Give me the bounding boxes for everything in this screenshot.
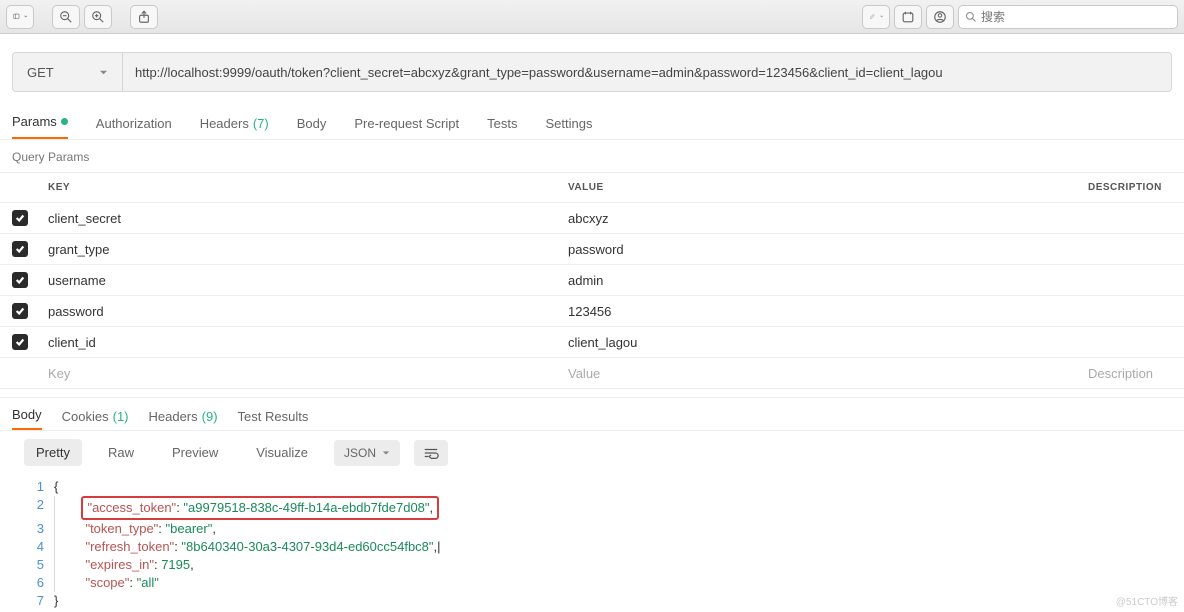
response-body-viewer[interactable]: 1{ 2 "access_token": "a9979518-838c-49ff… (0, 474, 1184, 610)
param-value[interactable]: client_lagou (560, 335, 1080, 350)
refresh-button[interactable] (894, 5, 922, 29)
key-placeholder[interactable]: Key (40, 366, 560, 381)
table-row[interactable]: client_secret abcxyz (0, 203, 1184, 234)
share-button[interactable] (130, 5, 158, 29)
compose-button[interactable] (862, 5, 890, 29)
format-raw-button[interactable]: Raw (96, 439, 146, 466)
chevron-down-icon (382, 449, 390, 457)
browser-toolbar (0, 0, 1184, 34)
format-preview-button[interactable]: Preview (160, 439, 230, 466)
format-visualize-button[interactable]: Visualize (244, 439, 320, 466)
tab-response-headers[interactable]: Headers (9) (149, 409, 218, 430)
checkbox-icon[interactable] (12, 272, 28, 288)
table-row[interactable]: client_id client_lagou (0, 327, 1184, 358)
url-input[interactable] (123, 53, 1171, 91)
zoom-in-button[interactable] (84, 5, 112, 29)
table-row[interactable]: grant_type password (0, 234, 1184, 265)
watermark: @51CTO博客 (1116, 593, 1178, 608)
method-select[interactable]: GET (13, 53, 123, 91)
dot-indicator-icon (61, 118, 68, 125)
tab-authorization[interactable]: Authorization (96, 116, 172, 139)
search-icon (965, 11, 977, 23)
param-key[interactable]: client_id (40, 335, 560, 350)
tab-prerequest[interactable]: Pre-request Script (354, 116, 459, 139)
method-label: GET (27, 65, 54, 80)
table-row[interactable]: username admin (0, 265, 1184, 296)
col-value: VALUE (560, 182, 1080, 193)
checkbox-icon[interactable] (12, 334, 28, 350)
query-params-title: Query Params (0, 140, 1184, 172)
format-language-select[interactable]: JSON (334, 440, 400, 466)
browser-search[interactable] (958, 5, 1178, 29)
checkbox-icon[interactable] (12, 210, 28, 226)
table-row[interactable]: password 123456 (0, 296, 1184, 327)
param-value[interactable]: 123456 (560, 304, 1080, 319)
checkbox-icon[interactable] (12, 303, 28, 319)
browser-search-input[interactable] (981, 10, 1171, 24)
response-tabs: Body Cookies (1) Headers (9) Test Result… (0, 397, 1184, 431)
request-section: GET (0, 34, 1184, 102)
tab-settings[interactable]: Settings (545, 116, 592, 139)
request-tabs: Params Authorization Headers (7) Body Pr… (0, 106, 1184, 140)
request-bar: GET (12, 52, 1172, 92)
table-row-new[interactable]: Key Value Description (0, 358, 1184, 389)
param-key[interactable]: grant_type (40, 242, 560, 257)
col-key: KEY (40, 182, 560, 193)
tab-params[interactable]: Params (12, 114, 68, 139)
sidebar-toggle-button[interactable] (6, 5, 34, 29)
tab-tests[interactable]: Tests (487, 116, 517, 139)
value-placeholder[interactable]: Value (560, 366, 1080, 381)
chevron-down-icon (99, 68, 108, 77)
param-value[interactable]: admin (560, 273, 1080, 288)
query-params-table: KEY VALUE DESCRIPTION client_secret abcx… (0, 172, 1184, 389)
param-key[interactable]: password (40, 304, 560, 319)
user-icon[interactable] (926, 5, 954, 29)
json-access-token: "a9979518-838c-49ff-b14a-ebdb7fde7d08" (183, 500, 429, 515)
table-header: KEY VALUE DESCRIPTION (0, 173, 1184, 203)
checkbox-icon[interactable] (12, 241, 28, 257)
param-value[interactable]: abcxyz (560, 211, 1080, 226)
tab-body[interactable]: Body (297, 116, 327, 139)
param-key[interactable]: username (40, 273, 560, 288)
param-key[interactable]: client_secret (40, 211, 560, 226)
tab-headers[interactable]: Headers (7) (200, 116, 269, 139)
wrap-lines-icon (423, 446, 439, 460)
zoom-out-button[interactable] (52, 5, 80, 29)
param-value[interactable]: password (560, 242, 1080, 257)
col-desc: DESCRIPTION (1080, 182, 1184, 193)
tab-response-cookies[interactable]: Cookies (1) (62, 409, 129, 430)
wrap-lines-button[interactable] (414, 440, 448, 466)
response-format-bar: Pretty Raw Preview Visualize JSON (0, 431, 1184, 474)
desc-placeholder[interactable]: Description (1080, 366, 1184, 381)
tab-response-test-results[interactable]: Test Results (238, 409, 309, 430)
tab-response-body[interactable]: Body (12, 407, 42, 430)
format-pretty-button[interactable]: Pretty (24, 439, 82, 466)
